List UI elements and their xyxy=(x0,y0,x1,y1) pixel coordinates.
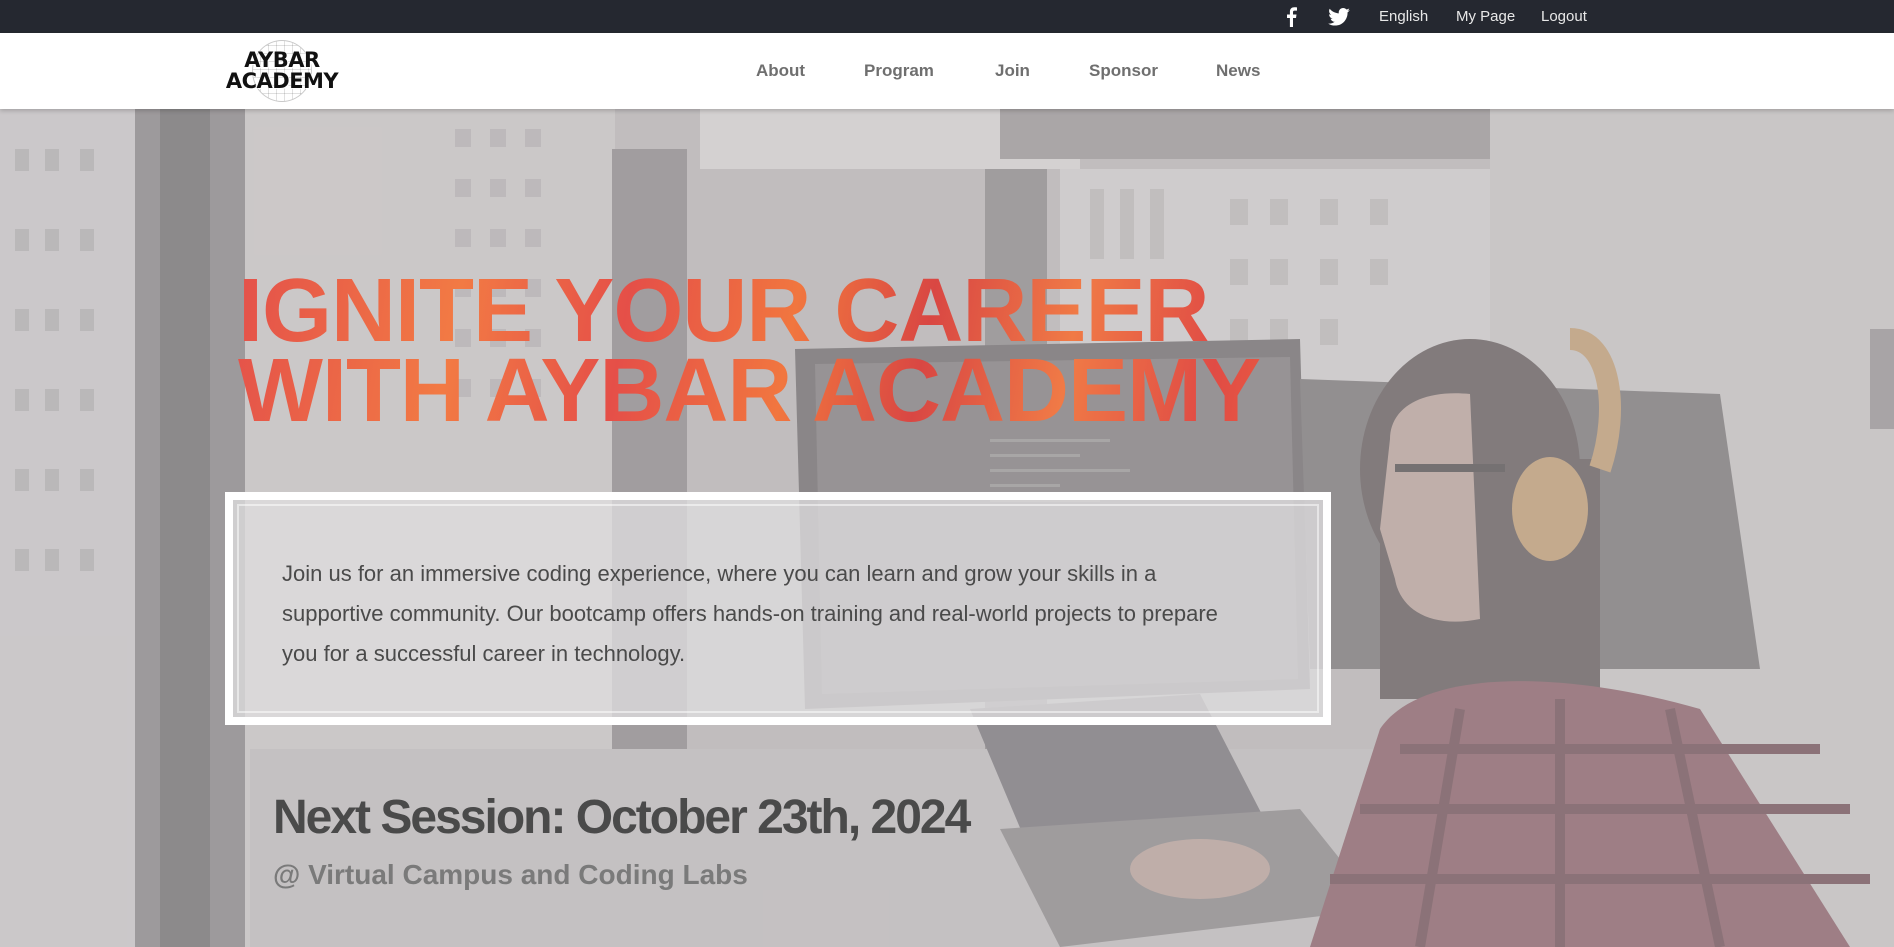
nav-program[interactable]: Program xyxy=(864,33,934,109)
facebook-link[interactable] xyxy=(1285,0,1297,33)
nav-join[interactable]: Join xyxy=(995,33,1030,109)
logout-link[interactable]: Logout xyxy=(1541,0,1587,33)
headline-line-1: IGNITE YOUR CAREER xyxy=(238,261,1209,361)
headline-line-2: WITH AYBAR ACADEMY xyxy=(238,341,1261,441)
hero-description: Join us for an immersive coding experien… xyxy=(282,561,1218,666)
logo-text-line2: ACADEMY xyxy=(225,69,339,93)
main-navbar: AYBAR ACADEMY About Program Join Sponsor… xyxy=(0,33,1894,109)
top-bar: English My Page Logout xyxy=(0,0,1894,33)
next-session-title: Next Session: October 23th, 2024 xyxy=(273,791,971,844)
hero-headline: IGNITE YOUR CAREER WITH AYBAR ACADEMY xyxy=(238,271,1338,431)
twitter-icon xyxy=(1328,7,1350,26)
nav-sponsor[interactable]: Sponsor xyxy=(1089,33,1158,109)
hero-section: IGNITE YOUR CAREER WITH AYBAR ACADEMY Jo… xyxy=(0,109,1894,947)
description-box: Join us for an immersive coding experien… xyxy=(225,492,1331,725)
nav-about[interactable]: About xyxy=(756,33,805,109)
nav-news[interactable]: News xyxy=(1216,33,1260,109)
logo[interactable]: AYBAR ACADEMY xyxy=(222,39,342,103)
logo-text-line1: AYBAR xyxy=(244,48,320,72)
language-link[interactable]: English xyxy=(1379,0,1428,33)
twitter-link[interactable] xyxy=(1328,0,1350,33)
facebook-icon xyxy=(1287,6,1297,27)
my-page-link[interactable]: My Page xyxy=(1456,0,1515,33)
session-location: @ Virtual Campus and Coding Labs xyxy=(273,859,748,890)
